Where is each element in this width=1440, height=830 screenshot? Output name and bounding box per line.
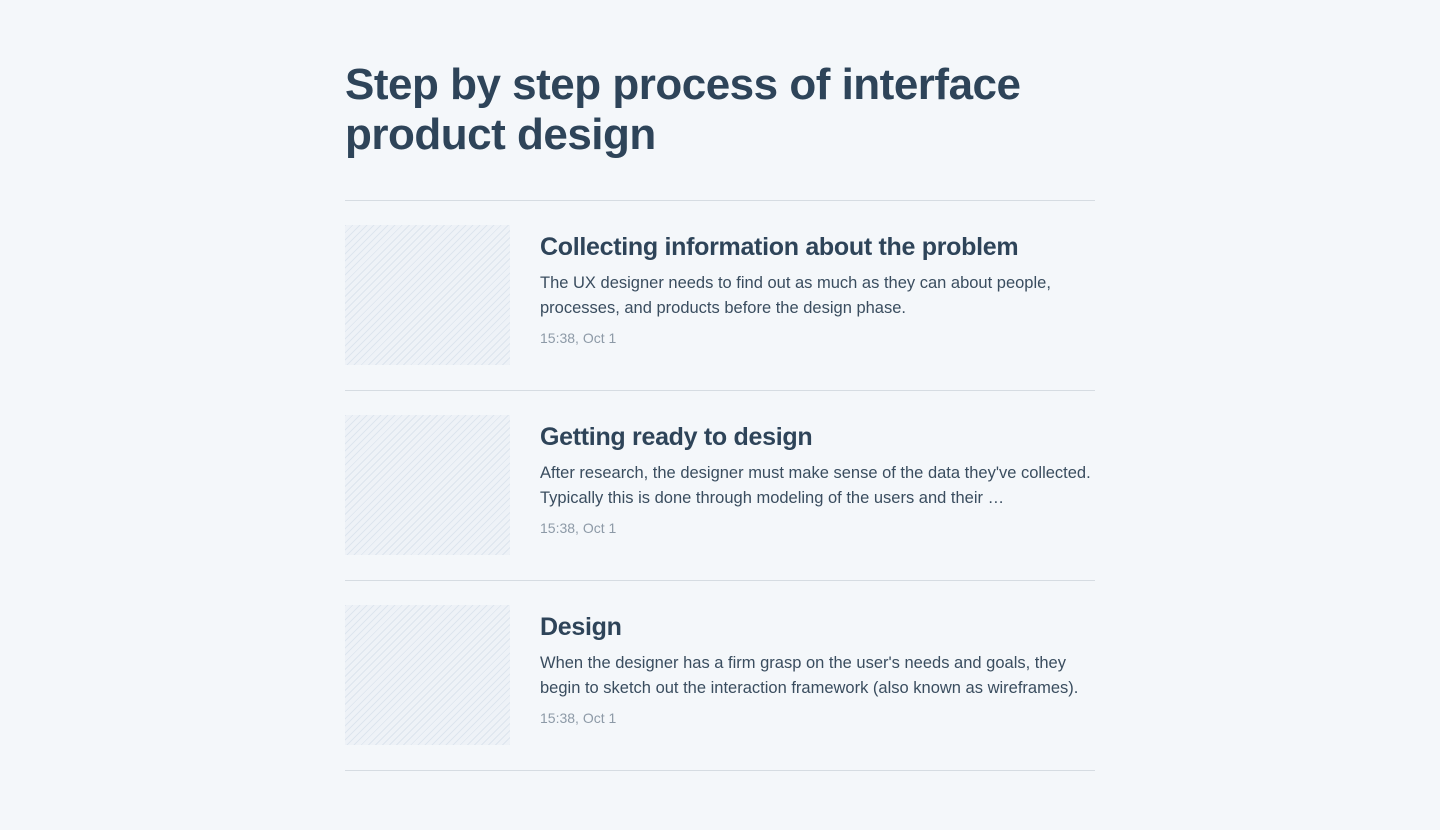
list-item[interactable]: Collecting information about the problem… — [345, 201, 1095, 391]
article-timestamp: 15:38, Oct 1 — [540, 330, 617, 346]
article-content: Design When the designer has a firm gras… — [540, 611, 1100, 728]
article-thumbnail-placeholder[interactable] — [345, 415, 510, 555]
article-thumbnail-placeholder[interactable] — [345, 225, 510, 365]
article-content: Getting ready to design After research, … — [540, 421, 1100, 538]
article-description: After research, the designer must make s… — [540, 464, 1091, 507]
article-title[interactable]: Getting ready to design — [540, 421, 1100, 453]
article-title[interactable]: Design — [540, 611, 1100, 643]
article-timestamp: 15:38, Oct 1 — [540, 520, 617, 536]
page-title: Step by step process of interface produc… — [345, 60, 1021, 159]
article-description: The UX designer needs to find out as muc… — [540, 274, 1051, 317]
list-item[interactable]: Getting ready to design After research, … — [345, 391, 1095, 581]
article-list: Collecting information about the problem… — [345, 200, 1095, 771]
article-timestamp: 15:38, Oct 1 — [540, 710, 617, 726]
list-item[interactable]: Design When the designer has a firm gras… — [345, 581, 1095, 771]
article-thumbnail-placeholder[interactable] — [345, 605, 510, 745]
article-title[interactable]: Collecting information about the problem — [540, 231, 1100, 263]
article-description: When the designer has a firm grasp on th… — [540, 654, 1079, 697]
article-content: Collecting information about the problem… — [540, 231, 1100, 348]
